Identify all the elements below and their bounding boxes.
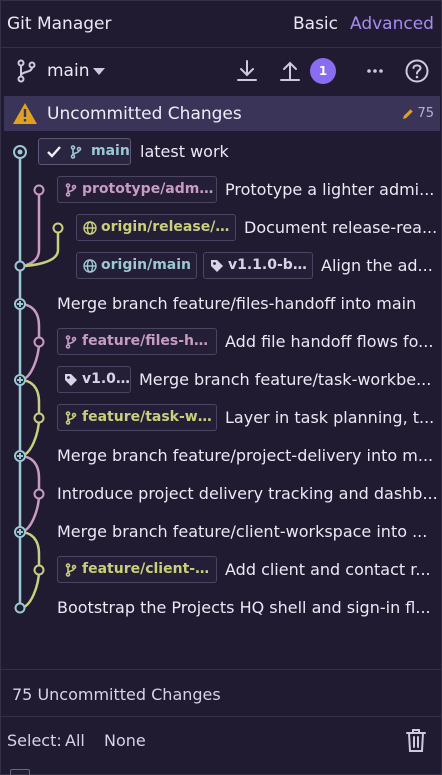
ref-label: prototype/admi... (82, 181, 217, 197)
pencil-icon (402, 108, 414, 120)
ref-label: main (91, 143, 130, 159)
toolbar: main 1 (1, 48, 442, 95)
chevron-down-icon[interactable] (93, 68, 105, 76)
help-icon[interactable] (404, 58, 430, 84)
branch-ref-chip[interactable]: feature/files-ha... (57, 328, 217, 355)
ref-label: origin/release/d... (101, 219, 236, 235)
commit-row[interactable]: feature/client-w... Add client and conta… (1, 551, 442, 589)
commit-message: Introduce project delivery tracking and … (57, 484, 439, 503)
commit-message: Merge branch feature/files-handoff into … (57, 294, 439, 313)
checkbox[interactable] (10, 769, 30, 775)
select-none-link[interactable]: None (104, 731, 146, 750)
push-count-badge: 1 (310, 58, 336, 84)
title-bar: Git Manager Basic Advanced (1, 1, 442, 48)
commit-message: Document release-rea... (244, 218, 439, 237)
branch-icon (64, 335, 78, 349)
branch-ref-chip[interactable]: feature/client-w... (57, 556, 217, 583)
commit-row[interactable]: main latest work (1, 133, 442, 171)
tag-ref-chip[interactable]: v1.0.0 (57, 366, 131, 393)
mode-basic-tab[interactable]: Basic (293, 14, 338, 34)
uncommitted-changes-count: 75 (417, 106, 434, 121)
current-branch-selector[interactable]: main (47, 61, 89, 81)
commit-row[interactable]: prototype/admi... Prototype a lighter ad… (1, 171, 442, 209)
commit-message: Merge branch feature/task-workbe... (139, 370, 439, 389)
commit-row[interactable]: Merge branch feature/project-delivery in… (1, 437, 442, 475)
commit-message: latest work (140, 142, 440, 161)
ref-label: feature/client-w... (82, 561, 217, 577)
commit-graph: main latest work prototype/admi... Proto… (1, 131, 442, 669)
uncommitted-changes-row[interactable]: Uncommitted Changes 75 (4, 96, 440, 131)
ref-label: v1.1.0-beta (228, 257, 313, 273)
ref-label: origin/main (101, 257, 191, 273)
commit-row[interactable]: Merge branch feature/client-workspace in… (1, 513, 442, 551)
mode-advanced-tab[interactable]: Advanced (350, 14, 434, 34)
selection-bar: Select: All None (1, 717, 442, 767)
commit-row[interactable]: feature/files-ha... Add file handoff flo… (1, 323, 442, 361)
uncommitted-summary-bar: 75 Uncommitted Changes (1, 669, 442, 717)
commit-message: Merge branch feature/client-workspace in… (57, 522, 439, 541)
ref-label: feature/files-ha... (82, 333, 217, 349)
ref-label: feature/task-wo... (82, 409, 217, 425)
app-title: Git Manager (7, 14, 111, 34)
tag-icon (64, 373, 78, 387)
trash-icon[interactable] (405, 727, 427, 753)
commit-message: Merge branch feature/project-delivery in… (57, 446, 439, 465)
commit-row[interactable]: v1.0.0 Merge branch feature/task-workbe.… (1, 361, 442, 399)
tag-icon (210, 259, 224, 273)
commit-row[interactable]: Merge branch feature/files-handoff into … (1, 285, 442, 323)
branch-icon (69, 145, 83, 159)
uncommitted-changes-label: Uncommitted Changes (47, 104, 242, 124)
select-all-link[interactable]: All (65, 731, 85, 750)
branch-ref-chip[interactable]: feature/task-wo... (57, 404, 217, 431)
globe-icon (83, 221, 97, 235)
branch-ref-chip[interactable]: main (38, 138, 131, 165)
git-manager-panel: Git Manager Basic Advanced main 1 (0, 0, 442, 775)
globe-icon (83, 259, 97, 273)
commit-message: Layer in task planning, t... (225, 408, 439, 427)
commit-row[interactable]: feature/task-wo... Layer in task plannin… (1, 399, 442, 437)
tag-ref-chip[interactable]: v1.1.0-beta (203, 252, 313, 279)
pull-icon[interactable] (234, 58, 260, 84)
commit-row[interactable]: Bootstrap the Projects HQ shell and sign… (1, 589, 442, 627)
commit-message: Add file handoff flows fo... (225, 332, 439, 351)
select-label: Select: (7, 731, 62, 750)
branch-icon (64, 411, 78, 425)
remote-ref-chip[interactable]: origin/main (76, 252, 197, 279)
warning-icon (12, 102, 38, 125)
more-icon[interactable] (362, 58, 388, 84)
commit-message: Add client and contact r... (225, 560, 439, 579)
commit-row[interactable]: Introduce project delivery tracking and … (1, 475, 442, 513)
commit-message: Prototype a lighter admi... (225, 180, 439, 199)
branch-ref-chip[interactable]: prototype/admi... (57, 176, 217, 203)
push-icon[interactable] (277, 58, 303, 84)
commit-message: Align the ad... (321, 256, 439, 275)
commit-message: Bootstrap the Projects HQ shell and sign… (57, 598, 439, 617)
remote-ref-chip[interactable]: origin/release/d... (76, 214, 236, 241)
check-icon (47, 146, 61, 158)
ref-label: v1.0.0 (82, 371, 131, 387)
uncommitted-summary-label: 75 Uncommitted Changes (12, 685, 221, 704)
branch-icon (64, 563, 78, 577)
commit-row[interactable]: origin/main v1.1.0-beta Align the ad... (1, 247, 442, 285)
commit-row[interactable]: origin/release/d... Document release-rea… (1, 209, 442, 247)
branch-icon (64, 183, 78, 197)
branch-icon[interactable] (13, 58, 39, 84)
